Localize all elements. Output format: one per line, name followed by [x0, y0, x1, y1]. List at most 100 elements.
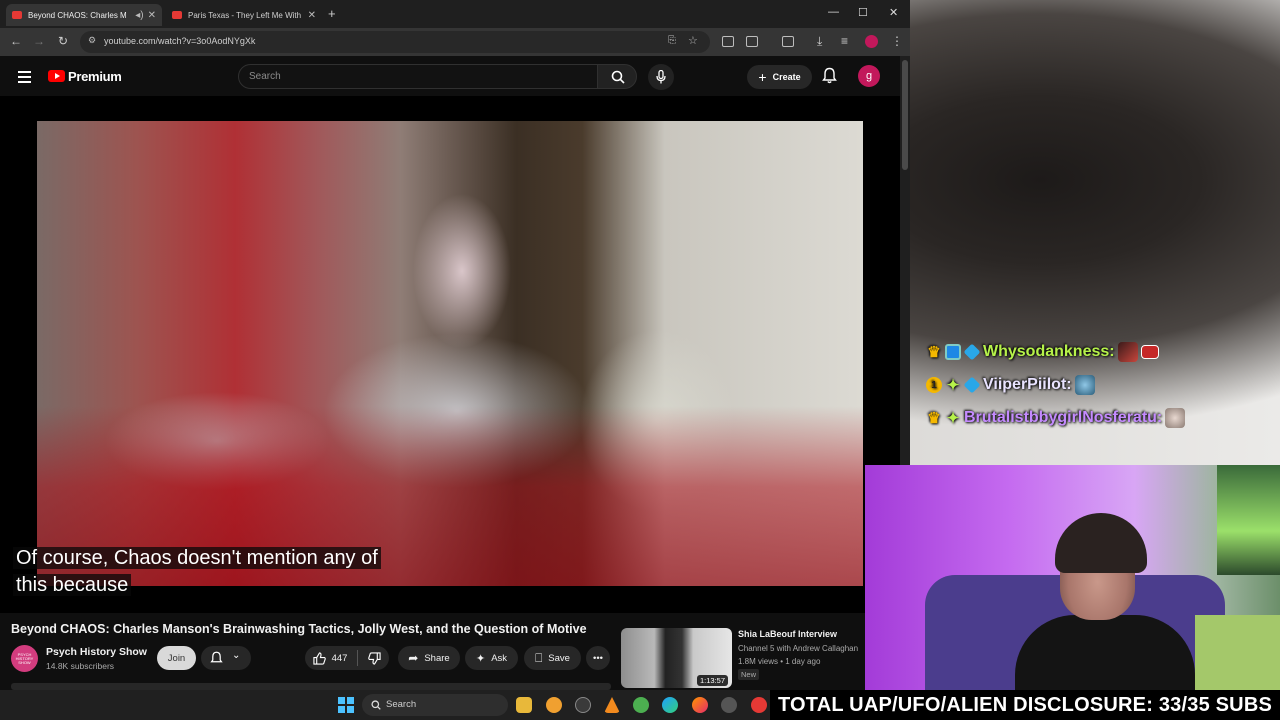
- share-button[interactable]: ➦ Share: [398, 646, 460, 670]
- taskbar-search[interactable]: Search: [362, 694, 508, 716]
- scrollbar-thumb[interactable]: [902, 60, 908, 170]
- webcam-background-shelf: [1217, 465, 1280, 575]
- ask-label: Ask: [491, 652, 508, 664]
- closed-caption: Of course, Chaos doesn't mention any of …: [13, 545, 433, 599]
- hamburger-menu-icon[interactable]: [18, 71, 31, 86]
- video-title: Beyond CHAOS: Charles Manson's Brainwash…: [11, 622, 587, 636]
- video-player[interactable]: Of course, Chaos doesn't mention any of …: [0, 96, 900, 613]
- download-icon[interactable]: ⤓: [817, 34, 822, 49]
- recommended-video-meta: 1.8M views • 1 day ago: [738, 657, 821, 666]
- microphone-icon: [656, 70, 666, 84]
- screenshot-icon[interactable]: [782, 36, 794, 47]
- tab-title: Paris Texas - They Left Me With: [188, 10, 302, 20]
- channel-name[interactable]: Psych History Show: [46, 646, 147, 658]
- join-button[interactable]: Join: [157, 646, 196, 670]
- edge-icon[interactable]: [662, 697, 678, 713]
- like-count[interactable]: 447: [332, 653, 348, 664]
- menu-kebab-icon[interactable]: ⋮: [891, 34, 903, 48]
- chat-username: ViiperPiilot:: [983, 376, 1072, 393]
- reload-icon[interactable]: ↻: [58, 34, 68, 48]
- voice-search-button[interactable]: [648, 64, 674, 90]
- recommended-video-thumbnail[interactable]: 1:13:57: [621, 628, 732, 688]
- recommended-video-channel[interactable]: Channel 5 with Andrew Callaghan: [738, 644, 858, 653]
- stream-goal-banner: TOTAL UAP/UFO/ALIEN DISCLOSURE: 33/35 SU…: [770, 690, 1280, 720]
- channel-avatar[interactable]: PSYCH HISTORY SHOW: [11, 645, 38, 672]
- youtube-header: Premium Search + Create g: [0, 56, 900, 96]
- install-icon[interactable]: ⎘: [668, 35, 676, 46]
- caption-line-1: Of course, Chaos doesn't mention any of: [13, 547, 381, 569]
- app-sun-icon[interactable]: [546, 697, 562, 713]
- cube-badge-icon: [963, 343, 981, 361]
- forward-icon[interactable]: →: [33, 34, 45, 48]
- subscription-bell-button[interactable]: ⌄: [201, 646, 251, 670]
- share-label: Share: [424, 652, 450, 664]
- chat-message: ♛ Whysodankness:: [926, 341, 1159, 363]
- site-info-icon[interactable]: ⚙: [88, 35, 96, 46]
- webcam-person-hair: [1055, 513, 1147, 573]
- media-control-icon[interactable]: ≡: [841, 34, 848, 48]
- back-icon[interactable]: ←: [10, 34, 22, 48]
- reading-list-icon[interactable]: [722, 36, 734, 47]
- youtube-logo-icon[interactable]: [48, 70, 65, 82]
- grid-badge-icon: [945, 344, 961, 360]
- search-icon: [611, 70, 625, 84]
- minimize-icon[interactable]: —: [828, 6, 839, 18]
- cube-badge-icon: [963, 376, 981, 394]
- save-button[interactable]: ⎕ Save: [524, 646, 581, 670]
- recommended-video-title[interactable]: Shia LaBeouf Interview: [738, 629, 837, 639]
- bookmark-icon: ⎕: [535, 650, 543, 665]
- close-window-icon[interactable]: ✕: [889, 6, 898, 19]
- ask-button[interactable]: ✦ Ask: [465, 646, 518, 670]
- obs-icon[interactable]: [721, 697, 737, 713]
- sparkle-icon: ✦: [475, 652, 486, 665]
- create-button[interactable]: + Create: [747, 65, 812, 89]
- search-placeholder: Search: [249, 71, 281, 82]
- bookmark-star-icon[interactable]: ☆: [688, 34, 698, 47]
- close-tab-icon[interactable]: ✕: [148, 10, 156, 21]
- more-actions-button[interactable]: •••: [586, 646, 610, 670]
- extensions-icon[interactable]: [746, 36, 758, 47]
- maximize-icon[interactable]: ☐: [858, 6, 868, 19]
- notifications-bell-icon[interactable]: [822, 67, 837, 84]
- close-tab-icon[interactable]: ✕: [308, 10, 316, 21]
- video-frame[interactable]: [37, 121, 863, 586]
- search-button[interactable]: [597, 64, 637, 89]
- tab-title: Beyond CHAOS: Charles M: [28, 10, 127, 20]
- firefox-icon[interactable]: [692, 697, 708, 713]
- plus-icon: +: [758, 69, 767, 85]
- search-icon: [371, 700, 381, 710]
- like-icon[interactable]: [312, 651, 326, 665]
- audio-icon[interactable]: ◂): [135, 10, 143, 21]
- chat-username: Whysodankness:: [983, 343, 1115, 360]
- new-tab-icon[interactable]: +: [328, 6, 336, 21]
- emote-icon: [1165, 408, 1186, 428]
- gem-badge-icon: ✦: [946, 410, 960, 427]
- url-text[interactable]: youtube.com/watch?v=3o0AodNYgXk: [104, 36, 255, 46]
- chrome-icon[interactable]: [633, 697, 649, 713]
- divider: [357, 650, 359, 666]
- dislike-icon[interactable]: [368, 651, 382, 665]
- taskbar-search-label: Search: [386, 699, 417, 710]
- youtube-app-icon[interactable]: [751, 697, 767, 713]
- search-input[interactable]: Search: [238, 64, 598, 89]
- vlc-icon[interactable]: [604, 697, 620, 713]
- tab-strip: Beyond CHAOS: Charles M ◂) ✕ Paris Texas…: [0, 0, 910, 28]
- video-duration: 1:13:57: [696, 675, 728, 686]
- create-label: Create: [772, 72, 801, 82]
- windows-taskbar: Search: [0, 690, 770, 720]
- youtube-premium-logo[interactable]: Premium: [68, 69, 122, 84]
- youtube-favicon-icon: [172, 11, 182, 19]
- file-explorer-icon[interactable]: [516, 697, 532, 713]
- account-avatar[interactable]: g: [858, 65, 880, 87]
- profile-avatar-icon[interactable]: [865, 35, 878, 48]
- windows-start-icon[interactable]: [338, 697, 354, 713]
- save-label: Save: [548, 652, 570, 664]
- 4k-app-icon[interactable]: [575, 697, 591, 713]
- address-bar[interactable]: ⚙ youtube.com/watch?v=3o0AodNYgXk ⎘ ☆: [80, 31, 710, 53]
- chat-message: 1 ✦ ViiperPiilot:: [926, 374, 1095, 396]
- tab-paris-texas[interactable]: Paris Texas - They Left Me With ✕: [166, 4, 322, 26]
- webcam-feed: [865, 465, 1280, 690]
- tab-beyond-chaos[interactable]: Beyond CHAOS: Charles M ◂) ✕: [6, 4, 162, 26]
- lib-emote-icon: [1140, 345, 1159, 359]
- founder-badge-icon: 1: [926, 377, 942, 393]
